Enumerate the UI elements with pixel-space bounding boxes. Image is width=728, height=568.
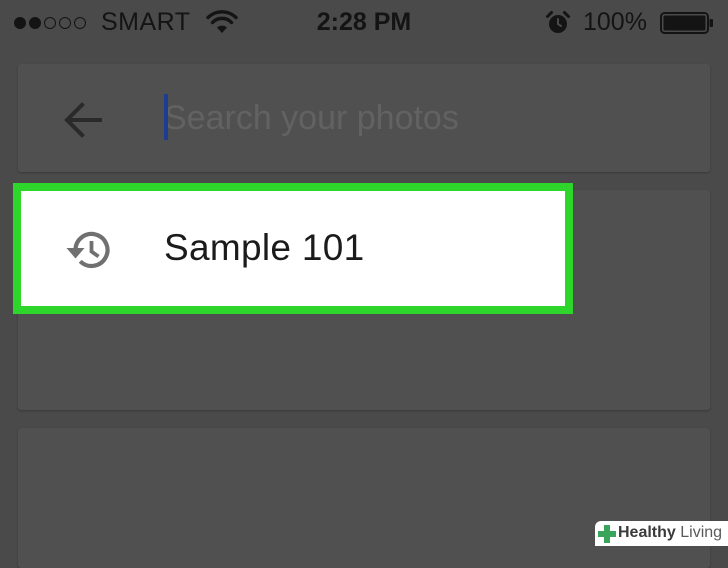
search-bar: [18, 64, 710, 172]
text-cursor: [164, 94, 168, 140]
suggestion-label: Sample 101: [164, 227, 365, 268]
battery-percentage: 100%: [583, 8, 647, 36]
watermark-logo: Healthy Living: [595, 521, 728, 546]
status-bar: SMART 2:28 PM 100%: [0, 0, 728, 46]
alarm-clock-icon: [546, 11, 570, 33]
battery-icon: [660, 12, 713, 34]
plus-cross-icon: [598, 525, 616, 543]
results-card: [18, 428, 710, 568]
recent-search-item[interactable]: Sample 101: [21, 191, 565, 306]
watermark-text: Healthy Living: [618, 524, 722, 542]
back-arrow-icon[interactable]: [62, 100, 104, 140]
search-input[interactable]: [164, 90, 684, 146]
suggestion-highlight-box: Sample 101: [13, 183, 573, 314]
history-icon: [66, 231, 110, 269]
watermark-text-strong: Healthy: [618, 524, 676, 541]
watermark-text-light: Living: [680, 524, 723, 541]
